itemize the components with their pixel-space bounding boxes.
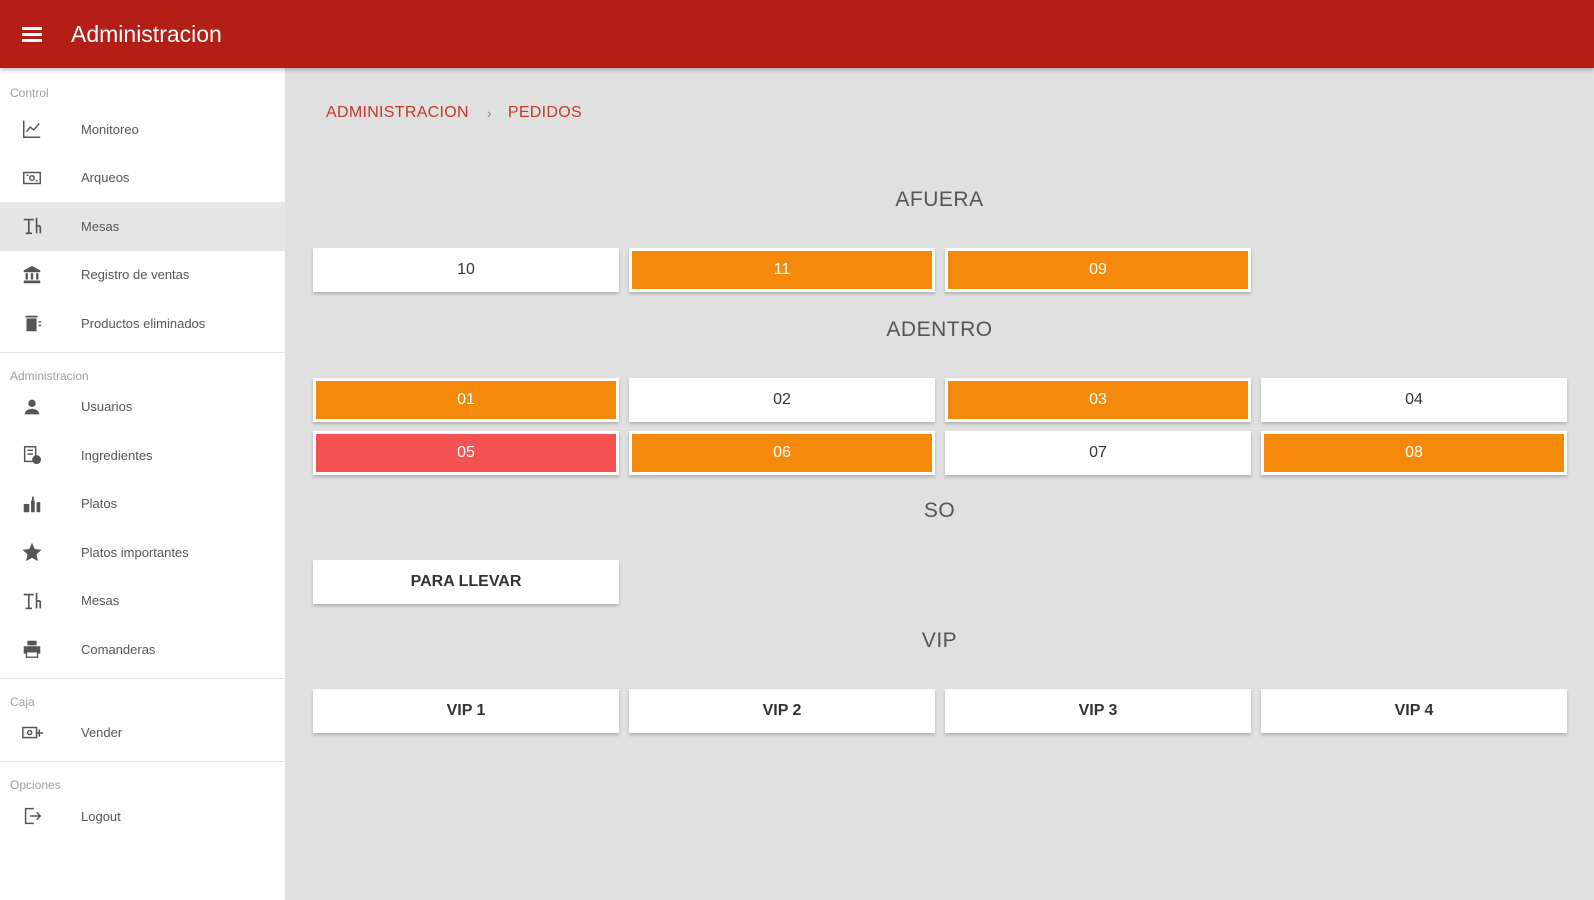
- sidebar-item-label: Ingredientes: [81, 447, 153, 463]
- table-row: PARA LLEVAR: [313, 560, 619, 604]
- table-button-09[interactable]: 09: [945, 248, 1251, 292]
- person-icon: [20, 395, 44, 419]
- table-button-03[interactable]: 03: [945, 378, 1251, 422]
- table-chairs-icon: [20, 589, 44, 613]
- sidebar-item-label: Vender: [81, 725, 123, 741]
- cash-register-icon: [20, 166, 44, 190]
- sidebar-item-label: Platos: [81, 496, 118, 512]
- sidebar-item-label: Usuarios: [81, 399, 133, 415]
- table-button-08[interactable]: 08: [1261, 431, 1567, 475]
- sidebar-item-label: Comanderas: [81, 641, 156, 657]
- sidebar-divider: [0, 351, 285, 353]
- table-button-06[interactable]: 06: [629, 431, 935, 475]
- table-button-vip-1[interactable]: VIP 1: [313, 689, 619, 733]
- sidebar-item-label: Arqueos: [81, 170, 130, 186]
- sidebar-item-logout[interactable]: Logout: [0, 792, 285, 841]
- sidebar-item-label: Logout: [81, 808, 121, 824]
- sidebar-item-monitoreo[interactable]: Monitoreo: [0, 105, 285, 154]
- breadcrumb: ADMINISTRACION › PEDIDOS: [326, 104, 582, 122]
- table-button-vip-4[interactable]: VIP 4: [1261, 689, 1567, 733]
- sidebar-item-label: Productos eliminados: [81, 315, 206, 331]
- sidebar-section-label: Administracion: [10, 368, 89, 383]
- table-button-02[interactable]: 02: [629, 378, 935, 422]
- sidebar-item-ingredientes[interactable]: Ingredientes: [0, 431, 285, 480]
- logout-icon: [20, 804, 44, 828]
- bottles-icon: [20, 492, 44, 516]
- table-button-vip-2[interactable]: VIP 2: [629, 689, 935, 733]
- table-button-11[interactable]: 11: [629, 248, 935, 292]
- table-row: 10 11 09: [313, 248, 1251, 292]
- sidebar-item-mesas[interactable]: Mesas: [0, 577, 285, 626]
- star-icon: [20, 540, 44, 564]
- sidebar-section-label: Caja: [10, 694, 35, 709]
- sidebar-item-platos[interactable]: Platos: [0, 480, 285, 529]
- sidebar-item-productos-eliminados[interactable]: Productos eliminados: [0, 299, 285, 348]
- sidebar-item-mesas[interactable]: Mesas: [0, 202, 285, 251]
- area-title-vip: VIP: [921, 629, 958, 652]
- cash-add-icon: [20, 721, 44, 745]
- sidebar-item-label: Registro de ventas: [81, 267, 190, 283]
- sidebar-item-arqueos[interactable]: Arqueos: [0, 154, 285, 203]
- sidebar-divider: [0, 761, 285, 762]
- sidebar-item-vender[interactable]: Vender: [0, 709, 285, 758]
- table-chairs-icon: [20, 214, 44, 238]
- sidebar-section-label: Opciones: [10, 778, 61, 792]
- breadcrumb-current: PEDIDOS: [507, 104, 582, 121]
- table-row: 05 06 07 08: [313, 431, 1567, 475]
- sidebar-item-label: Monitoreo: [81, 121, 139, 137]
- table-button-vip-3[interactable]: VIP 3: [945, 689, 1251, 733]
- sidebar-item-registro-de-ventas[interactable]: Registro de ventas: [0, 251, 285, 300]
- line-chart-icon: [20, 117, 44, 141]
- sidebar-item-label: Platos importantes: [81, 544, 189, 560]
- table-button-para-llevar[interactable]: PARA LLEVAR: [313, 560, 619, 604]
- area-title-afuera: AFUERA: [895, 188, 984, 211]
- sidebar-item-platos-importantes[interactable]: Platos importantes: [0, 528, 285, 577]
- sidebar-section-label: Control: [10, 86, 49, 100]
- app-bar: Administracion: [0, 0, 1594, 68]
- ingredients-icon: [20, 443, 44, 467]
- app-title: Administracion: [71, 20, 222, 47]
- table-button-07[interactable]: 07: [945, 431, 1251, 475]
- table-row: VIP 1 VIP 2 VIP 3 VIP 4: [313, 689, 1567, 733]
- table-button-10[interactable]: 10: [313, 248, 619, 292]
- area-title-adentro: ADENTRO: [886, 318, 993, 341]
- sidebar-item-label: Mesas: [81, 218, 120, 234]
- sidebar-item-comanderas[interactable]: Comanderas: [0, 625, 285, 674]
- table-button-04[interactable]: 04: [1261, 378, 1567, 422]
- table-button-01[interactable]: 01: [313, 378, 619, 422]
- sidebar-item-label: Mesas: [81, 593, 120, 609]
- sidebar-item-usuarios[interactable]: Usuarios: [0, 383, 285, 432]
- printer-icon: [20, 637, 44, 661]
- breadcrumb-root[interactable]: ADMINISTRACION: [326, 104, 469, 122]
- main-content: ADMINISTRACION › PEDIDOS AFUERA 10 11 09 ADE…: [285, 68, 1594, 900]
- menu-icon[interactable]: [0, 0, 64, 68]
- area-title-so: SO: [923, 499, 956, 522]
- table-button-05[interactable]: 05: [313, 431, 619, 475]
- trash-icon: [20, 311, 44, 335]
- sidebar: Control Monitoreo Arqueos Mesas Registro de …: [0, 68, 285, 900]
- sidebar-divider: [0, 677, 285, 679]
- table-row: 01 02 03 04: [313, 378, 1567, 422]
- breadcrumb-separator: ›: [486, 105, 492, 121]
- bank-icon: [20, 263, 44, 287]
